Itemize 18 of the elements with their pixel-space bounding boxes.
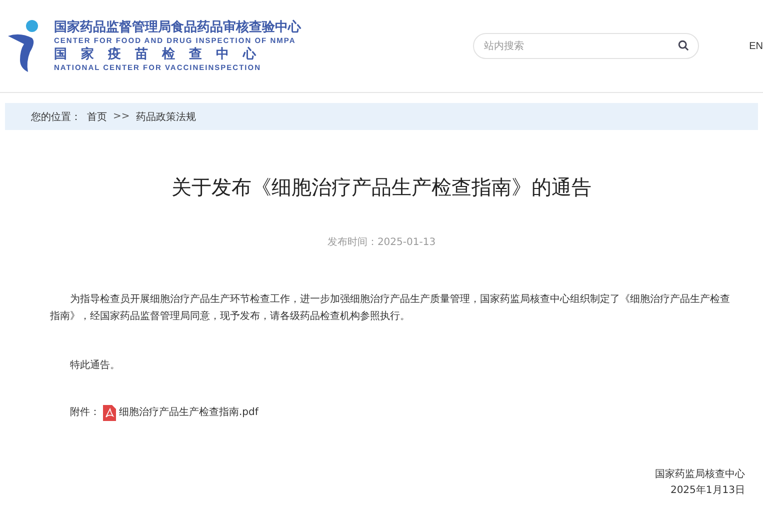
language-link[interactable]: EN xyxy=(749,40,763,52)
attachment-link[interactable]: 细胞治疗产品生产检查指南.pdf xyxy=(119,404,258,421)
breadcrumb-separator: >> xyxy=(113,111,130,122)
search-icon[interactable] xyxy=(678,40,690,51)
breadcrumb-link[interactable]: 首页 xyxy=(87,110,107,124)
article-title: 关于发布《细胞治疗产品生产检查指南》的通告 xyxy=(170,174,592,201)
breadcrumb-label: 您的位置： xyxy=(31,110,81,124)
logo-title: 国家药品监督管理局食品药品审核查验中心 xyxy=(54,19,301,36)
publish-date: 发布时间：2025-01-13 xyxy=(326,236,437,249)
pdf-icon xyxy=(103,404,116,420)
search-field[interactable]: 站内搜索 xyxy=(473,33,700,59)
paragraph: 为指导检查员开展细胞治疗产品生产环节检查工作，进一步加强细胞治疗产品生产质量管理，国家药监局核查中心组织制定了《细胞治疗产品生产检查指南》，经国家药品监督管理局同意，现予发布，请各级药品检查机构参照执行。 xyxy=(50,292,731,324)
attachment-label: 附件： xyxy=(70,406,100,420)
signature: 国家药监局核查中心 xyxy=(655,468,745,482)
breadcrumb-link[interactable]: 药品政策法规 xyxy=(136,110,196,124)
signed-date: 2025年1月13日 xyxy=(670,484,745,498)
logo-title: 国家疫苗检查中心 xyxy=(54,46,271,63)
paragraph: 特此通告。 xyxy=(69,358,121,373)
